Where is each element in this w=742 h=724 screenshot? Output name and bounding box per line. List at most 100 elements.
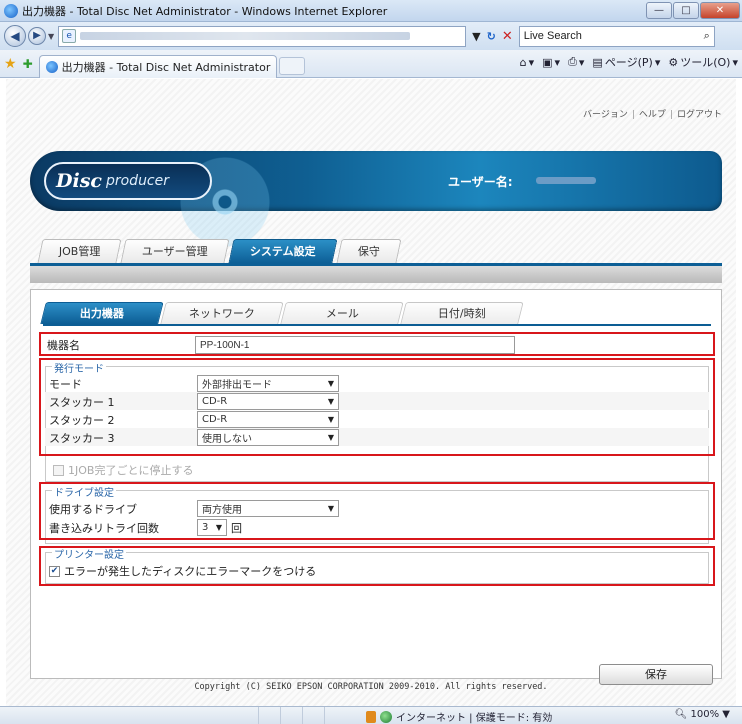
stacker2-label: スタッカー 2	[49, 413, 115, 427]
retry-label: 書き込みリトライ回数	[49, 521, 159, 535]
header-banner: Disc producer ユーザー名:	[30, 151, 722, 247]
search-input[interactable]	[523, 30, 684, 42]
status-segment	[280, 706, 302, 724]
chevron-down-icon: ▼	[215, 523, 222, 532]
retry-row: 書き込みリトライ回数 3 ▼ 回	[49, 519, 242, 536]
printer-icon: ⎙	[568, 55, 577, 68]
tab-mail[interactable]: メール	[280, 302, 404, 324]
sub-tabs: 出力機器 ネットワーク メール 日付/時刻	[40, 302, 524, 324]
drive-select[interactable]: 両方使用 ▼	[197, 500, 339, 517]
tab-date-time[interactable]: 日付/時刻	[400, 302, 524, 324]
status-bar: インターネット | 保護モード: 有効 🔍︎ 100% ▼	[0, 706, 742, 724]
logout-link[interactable]: ログアウト	[677, 110, 722, 120]
disc-producer-logo: Disc producer	[44, 162, 212, 200]
ie-logo-icon	[4, 3, 18, 18]
window-controls: — □ ✕	[646, 2, 740, 19]
browser-tab-label: 出力機器 - Total Disc Net Administrator	[61, 60, 271, 74]
mode-select[interactable]: 外部排出モード ▼	[197, 375, 339, 392]
stacker3-label: スタッカー 3	[49, 431, 115, 445]
tab-output-device[interactable]: 出力機器	[40, 302, 164, 324]
tab-network[interactable]: ネットワーク	[160, 302, 284, 324]
search-box[interactable]: ⌕	[518, 25, 715, 47]
url-field[interactable]: e	[58, 25, 467, 47]
tab-maintenance[interactable]: 保守	[336, 239, 402, 263]
forward-button[interactable]: ▶	[28, 27, 46, 45]
history-dropdown-icon[interactable]: ▼	[48, 32, 54, 41]
error-mark-row: ✔ エラーが発生したディスクにエラーマークをつける	[49, 563, 316, 579]
main-tab-strip	[30, 263, 722, 283]
drive-value: 両方使用	[202, 505, 242, 516]
chevron-down-icon: ▼	[327, 433, 334, 442]
stacker2-value: CD-R	[202, 414, 228, 425]
refresh-icon[interactable]: ↻	[487, 30, 496, 43]
print-button[interactable]: ⎙ ▾	[568, 55, 584, 69]
user-name-label: ユーザー名:	[448, 175, 513, 189]
back-button[interactable]: ◀	[4, 25, 26, 47]
copyright-text: Copyright (C) SEIKO EPSON CORPORATION 20…	[194, 682, 548, 692]
chevron-down-icon: ▼	[327, 397, 334, 406]
status-segment	[324, 706, 346, 724]
stacker3-select[interactable]: 使用しない ▼	[197, 429, 339, 446]
forward-arrow-icon: ▶	[33, 30, 41, 41]
chevron-down-icon: ▼	[327, 415, 334, 424]
gear-icon: ⚙	[668, 55, 679, 69]
device-name-input[interactable]	[195, 336, 515, 354]
new-tab-button[interactable]	[278, 57, 305, 75]
tools-menu[interactable]: ⚙ ツール(O) ▾	[668, 54, 738, 70]
stop-each-job-checkbox[interactable]	[53, 464, 64, 476]
stop-each-job-row: 1JOB完了ごとに停止する	[53, 462, 193, 478]
minimize-button[interactable]: —	[646, 2, 672, 19]
user-name-redacted	[536, 177, 596, 184]
url-dropdown-icon[interactable]: ▼	[472, 30, 480, 43]
top-links: バージョン | ヘルプ | ログアウト	[583, 110, 722, 120]
home-button[interactable]: ⌂ ▾	[520, 56, 535, 69]
stacker2-row: スタッカー 2 CD-R ▼	[49, 411, 339, 428]
error-mark-checkbox[interactable]: ✔	[49, 565, 60, 577]
security-zone[interactable]: インターネット | 保護モード: 有効	[366, 709, 552, 724]
tab-job-management[interactable]: JOB管理	[37, 239, 123, 263]
zoom-dropdown-icon: ▼	[722, 709, 730, 720]
stacker2-select[interactable]: CD-R ▼	[197, 411, 339, 428]
logo-disc-text: Disc	[56, 170, 102, 192]
help-link[interactable]: ヘルプ	[639, 110, 666, 120]
url-text-redacted	[80, 32, 411, 40]
home-icon: ⌂	[519, 55, 527, 69]
window-title: 出力機器 - Total Disc Net Administrator - Wi…	[22, 4, 388, 18]
tab-user-management[interactable]: ユーザー管理	[120, 239, 230, 263]
address-tools: ▼ ↻ ✕	[472, 29, 513, 44]
chevron-down-icon: ▼	[327, 504, 334, 513]
browser-tab-active[interactable]: 出力機器 - Total Disc Net Administrator	[38, 54, 277, 78]
feeds-button[interactable]: ▣ ▾	[542, 56, 560, 69]
close-button[interactable]: ✕	[700, 2, 740, 19]
stacker1-row: スタッカー 1 CD-R ▼	[49, 393, 339, 410]
stop-icon[interactable]: ✕	[502, 29, 513, 44]
stacker3-value: 使用しない	[202, 434, 252, 445]
chevron-down-icon: ▼	[327, 379, 334, 388]
tab-system-settings[interactable]: システム設定	[228, 239, 338, 263]
internet-zone-icon	[380, 710, 392, 723]
stacker1-select[interactable]: CD-R ▼	[197, 393, 339, 410]
zoom-control[interactable]: 🔍︎ 100% ▼	[675, 709, 730, 720]
retry-select[interactable]: 3 ▼	[197, 519, 227, 536]
favorites-star-icon[interactable]: ★	[4, 56, 17, 72]
sub-tab-underline	[43, 324, 711, 326]
settings-panel: 出力機器 ネットワーク メール 日付/時刻 機器名 発行モード モード 外部排出…	[30, 289, 722, 685]
tab-ie-icon	[45, 60, 58, 73]
search-icon[interactable]: ⌕	[704, 29, 710, 43]
drive-label: 使用するドライブ	[49, 502, 137, 516]
status-segment	[302, 706, 324, 724]
stop-each-job-label: 1JOB完了ごとに停止する	[68, 464, 194, 477]
command-bar: ⌂ ▾ ▣ ▾ ⎙ ▾ ▤ ページ(P) ▾ ⚙ ツール(O) ▾	[520, 54, 738, 70]
version-link[interactable]: バージョン	[583, 110, 628, 120]
security-zone-label: インターネット | 保護モード: 有効	[396, 713, 553, 724]
page-menu[interactable]: ▤ ページ(P) ▾	[592, 54, 660, 70]
drive-row: 使用するドライブ 両方使用 ▼	[49, 500, 339, 517]
stacker1-label: スタッカー 1	[49, 395, 115, 409]
add-favorites-icon[interactable]: ✚	[23, 57, 33, 71]
error-mark-label: エラーが発生したディスクにエラーマークをつける	[64, 565, 317, 578]
window-titlebar: 出力機器 - Total Disc Net Administrator - Wi…	[0, 0, 742, 22]
maximize-button[interactable]: □	[673, 2, 699, 19]
back-arrow-icon: ◀	[10, 29, 20, 43]
retry-unit: 回	[231, 521, 242, 535]
address-bar: ◀ ▶ ▼ e ▼ ↻ ✕ ⌕	[0, 22, 742, 50]
